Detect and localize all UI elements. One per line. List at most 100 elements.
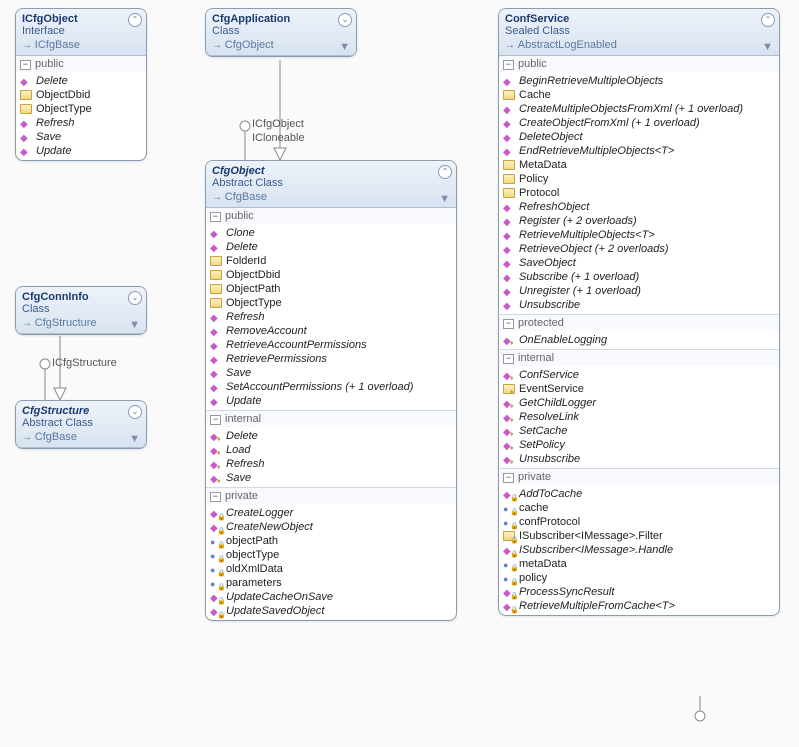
member-row[interactable]: Update: [206, 394, 456, 408]
collapse-icon[interactable]: −: [210, 212, 221, 222]
member-row[interactable]: CreateMultipleObjectsFromXml (+ 1 overlo…: [499, 102, 779, 116]
member-row[interactable]: Subscribe (+ 1 overload): [499, 270, 779, 284]
collapse-icon[interactable]: −: [210, 492, 221, 502]
collapse-icon[interactable]: −: [503, 319, 514, 329]
class-icfgobject[interactable]: ICfgObject Interface → ICfgBase ⌃ −publi…: [15, 8, 147, 161]
expand-icon[interactable]: ⌃: [438, 165, 452, 179]
member-row[interactable]: 🔒metaData: [499, 557, 779, 571]
member-row[interactable]: SetAccountPermissions (+ 1 overload): [206, 380, 456, 394]
member-row[interactable]: SaveObject: [499, 256, 779, 270]
member-row[interactable]: RetrievePermissions: [206, 352, 456, 366]
member-row[interactable]: ♦Save: [206, 471, 456, 485]
section-label: internal: [518, 352, 554, 364]
member-row[interactable]: ObjectType: [206, 296, 456, 310]
member-row[interactable]: ObjectDbid: [206, 268, 456, 282]
member-row[interactable]: ♦ConfService: [499, 368, 779, 382]
collapse-icon[interactable]: −: [503, 473, 514, 483]
class-cfgconninfo[interactable]: CfgConnInfo Class → CfgStructure ⌄ ▼: [15, 286, 147, 335]
section-header[interactable]: −public: [206, 208, 456, 224]
section-header[interactable]: −protected: [499, 314, 779, 331]
member-row[interactable]: RetrieveObject (+ 2 overloads): [499, 242, 779, 256]
member-row[interactable]: ObjectType: [16, 102, 146, 116]
member-row[interactable]: Unsubscribe: [499, 298, 779, 312]
member-row[interactable]: EndRetrieveMultipleObjects<T>: [499, 144, 779, 158]
class-cfgobject[interactable]: CfgObject Abstract Class → CfgBase ⌃ ▼ −…: [205, 160, 457, 621]
member-row[interactable]: 🔒parameters: [206, 576, 456, 590]
member-row[interactable]: RetrieveMultipleObjects<T>: [499, 228, 779, 242]
member-row[interactable]: Save: [206, 366, 456, 380]
member-row[interactable]: RefreshObject: [499, 200, 779, 214]
member-row[interactable]: 🔒policy: [499, 571, 779, 585]
section-header[interactable]: −public: [499, 56, 779, 72]
class-confservice[interactable]: ConfService Sealed Class → AbstractLogEn…: [498, 8, 780, 616]
expand-icon[interactable]: ⌄: [128, 291, 142, 305]
member-row[interactable]: 🔒AddToCache: [499, 487, 779, 501]
member-row[interactable]: 🔒CreateNewObject: [206, 520, 456, 534]
section-header[interactable]: −internal: [499, 349, 779, 366]
member-row[interactable]: DeleteObject: [499, 130, 779, 144]
member-row[interactable]: Unregister (+ 1 overload): [499, 284, 779, 298]
member-row[interactable]: ♦GetChildLogger: [499, 396, 779, 410]
member-row[interactable]: RemoveAccount: [206, 324, 456, 338]
member-row[interactable]: 🔒UpdateSavedObject: [206, 604, 456, 618]
member-row[interactable]: RetrieveAccountPermissions: [206, 338, 456, 352]
section-header[interactable]: −internal: [206, 410, 456, 427]
member-row[interactable]: ♦Delete: [206, 429, 456, 443]
member-row[interactable]: Cache: [499, 88, 779, 102]
class-cfgapplication[interactable]: CfgApplication Class → CfgObject ⌄ ▼: [205, 8, 357, 57]
member-row[interactable]: 🔒confProtocol: [499, 515, 779, 529]
collapse-icon[interactable]: −: [210, 415, 221, 425]
member-row[interactable]: MetaData: [499, 158, 779, 172]
member-name: ISubscriber<IMessage>.Filter: [519, 530, 663, 542]
member-row[interactable]: ♦SetPolicy: [499, 438, 779, 452]
member-row[interactable]: ♦OnEnableLogging: [499, 333, 779, 347]
member-row[interactable]: FolderId: [206, 254, 456, 268]
member-row[interactable]: ♦Unsubscribe: [499, 452, 779, 466]
collapse-icon[interactable]: −: [503, 354, 514, 364]
member-row[interactable]: Save: [16, 130, 146, 144]
member-row[interactable]: 🔒cache: [499, 501, 779, 515]
member-row[interactable]: ObjectPath: [206, 282, 456, 296]
filter-icon[interactable]: ▼: [129, 433, 140, 445]
member-row[interactable]: 🔒oldXmlData: [206, 562, 456, 576]
member-row[interactable]: Clone: [206, 226, 456, 240]
member-row[interactable]: BeginRetrieveMultipleObjects: [499, 74, 779, 88]
member-row[interactable]: Protocol: [499, 186, 779, 200]
member-row[interactable]: 🔒ISubscriber<IMessage>.Handle: [499, 543, 779, 557]
expand-icon[interactable]: ⌄: [338, 13, 352, 27]
member-row[interactable]: 🔒UpdateCacheOnSave: [206, 590, 456, 604]
collapse-icon[interactable]: −: [503, 60, 514, 70]
member-row[interactable]: Update: [16, 144, 146, 158]
expand-icon[interactable]: ⌃: [761, 13, 775, 27]
member-row[interactable]: Refresh: [206, 310, 456, 324]
member-row[interactable]: ♦EventService: [499, 382, 779, 396]
member-row[interactable]: Policy: [499, 172, 779, 186]
member-row[interactable]: ObjectDbid: [16, 88, 146, 102]
expand-icon[interactable]: ⌄: [128, 405, 142, 419]
section-header[interactable]: −private: [206, 487, 456, 504]
member-row[interactable]: 🔒CreateLogger: [206, 506, 456, 520]
member-row[interactable]: 🔒ProcessSyncResult: [499, 585, 779, 599]
member-row[interactable]: 🔒RetrieveMultipleFromCache<T>: [499, 599, 779, 613]
member-row[interactable]: ♦SetCache: [499, 424, 779, 438]
member-row[interactable]: 🔒objectType: [206, 548, 456, 562]
member-row[interactable]: Refresh: [16, 116, 146, 130]
member-row[interactable]: Register (+ 2 overloads): [499, 214, 779, 228]
member-row[interactable]: ♦Load: [206, 443, 456, 457]
member-row[interactable]: 🔒ISubscriber<IMessage>.Filter: [499, 529, 779, 543]
member-row[interactable]: ♦ResolveLink: [499, 410, 779, 424]
member-row[interactable]: ♦Refresh: [206, 457, 456, 471]
section-header[interactable]: −public: [16, 56, 146, 72]
member-row[interactable]: 🔒objectPath: [206, 534, 456, 548]
filter-icon[interactable]: ▼: [129, 319, 140, 331]
filter-icon[interactable]: ▼: [762, 41, 773, 53]
filter-icon[interactable]: ▼: [439, 193, 450, 205]
filter-icon[interactable]: ▼: [339, 41, 350, 53]
member-row[interactable]: CreateObjectFromXml (+ 1 overload): [499, 116, 779, 130]
expand-icon[interactable]: ⌃: [128, 13, 142, 27]
section-header[interactable]: −private: [499, 468, 779, 485]
collapse-icon[interactable]: −: [20, 60, 31, 70]
member-row[interactable]: Delete: [16, 74, 146, 88]
class-cfgstructure[interactable]: CfgStructure Abstract Class → CfgBase ⌄ …: [15, 400, 147, 449]
member-row[interactable]: Delete: [206, 240, 456, 254]
